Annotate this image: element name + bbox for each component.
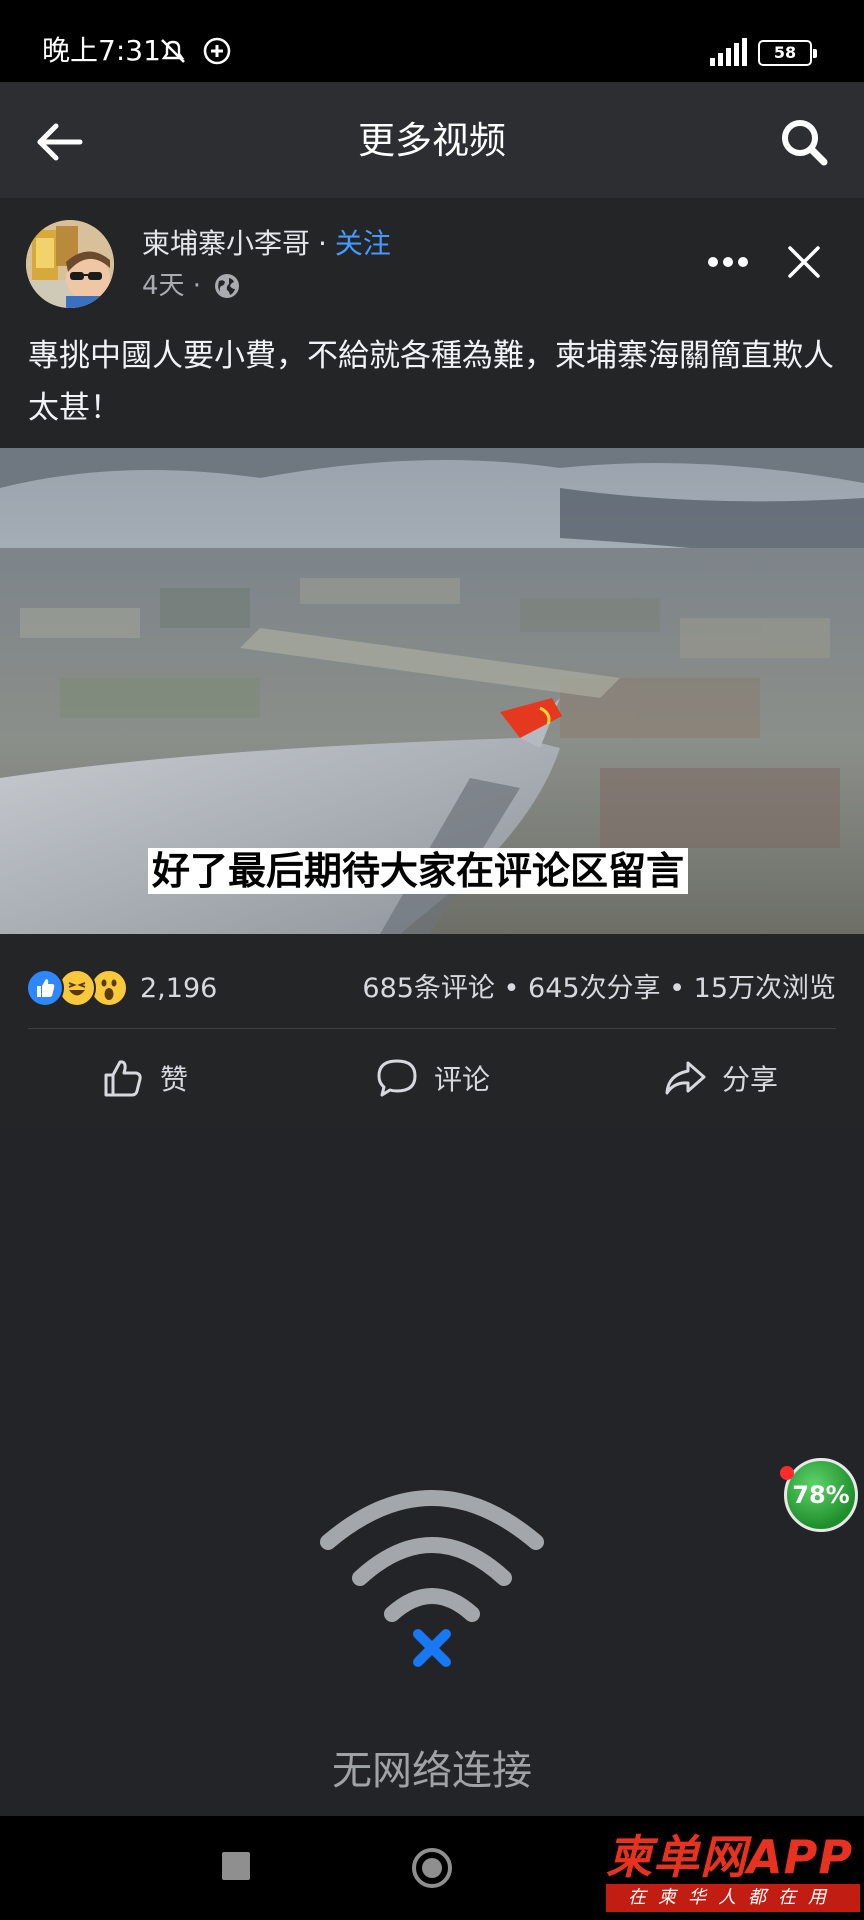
separator-dot: · [318, 227, 327, 260]
battery-level: 58 [773, 43, 797, 62]
post-meta: 4天 · [142, 268, 241, 304]
thumbs-up-icon [104, 1060, 142, 1097]
notification-dot [780, 1466, 794, 1480]
top-app-bar: 更多视频 [0, 82, 864, 198]
like-label: 赞 [159, 1063, 188, 1096]
comment-share-view-counts[interactable]: 685条评论 • 645次分享 • 15万次浏览 [362, 972, 836, 1006]
post-age: 4天 · [142, 271, 202, 301]
author-name[interactable]: 柬埔寨小李哥 [142, 227, 310, 260]
divider [28, 1028, 836, 1029]
data-saver-icon [203, 37, 231, 65]
battery-icon: 58 [758, 40, 817, 66]
comment-label: 评论 [433, 1063, 490, 1096]
share-icon [665, 1061, 706, 1095]
watermark-subtitle: 在柬华人都在用 [606, 1884, 860, 1912]
close-icon[interactable] [784, 242, 824, 282]
more-options-icon[interactable] [706, 250, 750, 274]
reactions-summary[interactable]: 2,196 [26, 968, 217, 1008]
reaction-count: 2,196 [140, 972, 218, 1004]
globe-icon [215, 274, 240, 298]
post-caption: 專挑中國人要小費，不給就各種為難，柬埔寨海關簡直欺人太甚！ [28, 338, 834, 426]
watermark-logo: 柬单网APP 在柬华人都在用 [606, 1832, 860, 1916]
video-subtitle: 好了最后期待大家在评论区留言 [148, 848, 689, 894]
avatar-image [26, 220, 114, 308]
comment-icon [377, 1059, 417, 1097]
wifi-off-icon [320, 1490, 544, 1667]
video-post: 柬埔寨小李哥 · 关注 4天 · 專挑中國人要小費，不給就各種為難，柬埔寨海關簡直欺… [0, 198, 864, 1128]
video-player[interactable]: 好了最后期待大家在评论区留言 [0, 448, 864, 934]
post-author-line: 柬埔寨小李哥 · 关注 [142, 226, 391, 262]
signal-icon [710, 38, 747, 66]
page-title: 更多视频 [358, 119, 506, 162]
engagement-stats: 2,196 685条评论 • 645次分享 • 15万次浏览 [0, 950, 864, 1022]
home-button[interactable] [412, 1848, 452, 1888]
avatar[interactable] [26, 220, 114, 308]
follow-button[interactable]: 关注 [335, 227, 391, 260]
share-button[interactable]: 分享 [576, 1030, 864, 1126]
like-reaction-icon [26, 969, 64, 1007]
post-actions: 赞 评论 分享 [0, 1030, 864, 1126]
mute-icon [161, 39, 185, 63]
like-button[interactable]: 赞 [0, 1030, 288, 1126]
comment-button[interactable]: 评论 [288, 1030, 576, 1126]
search-icon[interactable] [776, 114, 832, 170]
status-bar: 晚上7:31 58 [0, 0, 864, 82]
floating-speed-badge[interactable]: 78% [784, 1458, 858, 1532]
status-time: 晚上7:31 [42, 34, 161, 67]
recents-button[interactable] [222, 1852, 250, 1880]
share-label: 分享 [721, 1063, 778, 1096]
watermark-title: 柬单网APP [606, 1830, 854, 1884]
no-network-panel: 无网络连接 [0, 1128, 864, 1816]
no-network-message: 无网络连接 [332, 1748, 532, 1794]
